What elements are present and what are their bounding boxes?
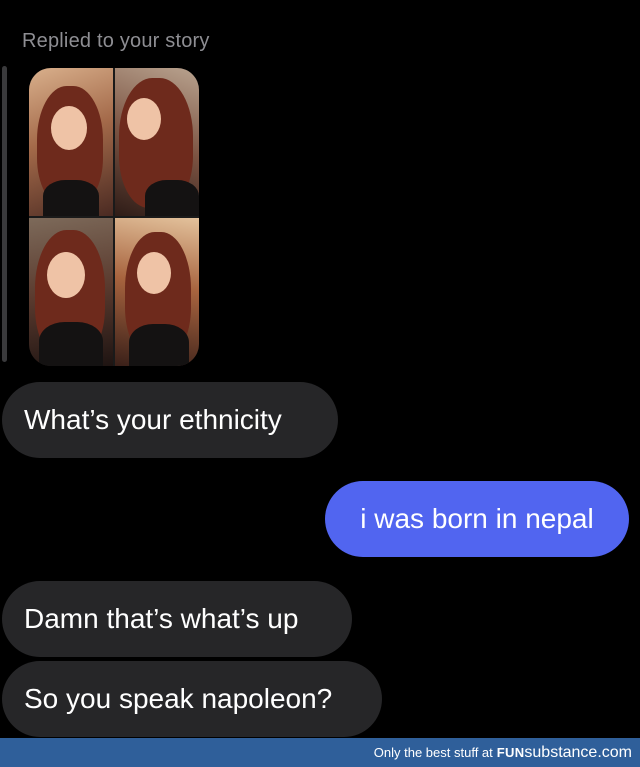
story-photo-3 — [29, 218, 113, 366]
message-bubble-incoming[interactable]: What’s your ethnicity — [2, 382, 338, 458]
reply-indicator-bar — [2, 66, 7, 362]
story-reply-label: Replied to your story — [22, 30, 210, 52]
footer-brand-fun: FUN — [496, 745, 525, 760]
message-bubble-incoming[interactable]: So you speak napoleon? — [2, 661, 382, 737]
story-photo-1 — [29, 68, 113, 216]
story-photo-2 — [115, 68, 199, 216]
message-text: What’s your ethnicity — [24, 404, 282, 435]
message-text: Damn that’s what’s up — [24, 603, 299, 634]
message-text: i was born in nepal — [360, 503, 594, 534]
story-photo-4 — [115, 218, 199, 366]
message-bubble-incoming[interactable]: Damn that’s what’s up — [2, 581, 352, 657]
message-bubble-outgoing[interactable]: i was born in nepal — [325, 481, 629, 557]
chat-thread: Replied to your story What’s your ethnic… — [0, 0, 640, 738]
message-text: So you speak napoleon? — [24, 683, 333, 714]
footer-tagline: Only the best stuff at — [373, 745, 493, 760]
story-thumbnail[interactable] — [29, 68, 199, 366]
watermark-footer: Only the best stuff at FUN substance.com — [0, 738, 640, 767]
footer-brand-rest: substance.com — [524, 743, 632, 761]
